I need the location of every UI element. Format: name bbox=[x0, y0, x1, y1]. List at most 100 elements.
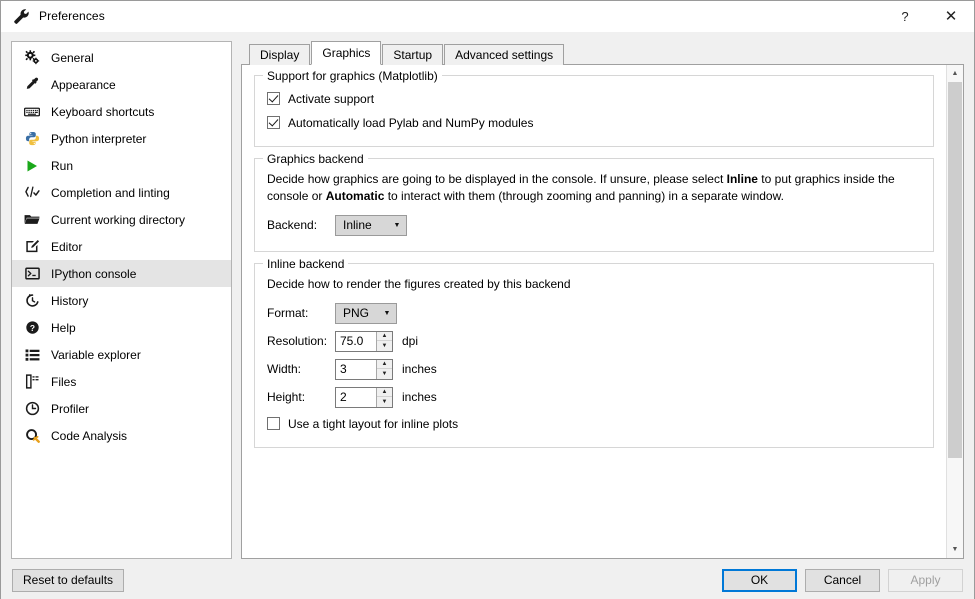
sidebar-item-current-working-directory[interactable]: Current working directory bbox=[12, 206, 231, 233]
scroll-up-icon[interactable]: ▲ bbox=[947, 65, 963, 82]
console-icon bbox=[22, 265, 42, 283]
clock-icon bbox=[22, 400, 42, 418]
code-analysis-icon bbox=[22, 427, 42, 445]
activate-support-checkbox-row[interactable]: Activate support bbox=[267, 88, 921, 109]
tight-layout-checkbox-row[interactable]: Use a tight layout for inline plots bbox=[267, 413, 921, 434]
resolution-unit: dpi bbox=[402, 334, 419, 348]
sidebar-item-files[interactable]: Files bbox=[12, 368, 231, 395]
backend-select[interactable]: Inline ▼ bbox=[335, 214, 407, 236]
width-stepper-buttons: ▲ ▼ bbox=[376, 359, 392, 379]
format-row: Format: PNG ▼ bbox=[267, 301, 921, 325]
inline-backend-group: Inline backend Decide how to render the … bbox=[254, 257, 934, 448]
scroll-down-icon[interactable]: ▼ bbox=[947, 541, 963, 558]
apply-button[interactable]: Apply bbox=[888, 568, 963, 592]
sidebar-item-label: Completion and linting bbox=[51, 185, 170, 200]
close-button[interactable]: ✕ bbox=[928, 1, 974, 32]
sidebar-item-appearance[interactable]: Appearance bbox=[12, 71, 231, 98]
sidebar-item-editor[interactable]: Editor bbox=[12, 233, 231, 260]
sidebar-item-history[interactable]: History bbox=[12, 287, 231, 314]
autoload-pylab-checkbox[interactable] bbox=[267, 116, 280, 129]
width-label: Width: bbox=[267, 362, 302, 376]
chevron-down-icon: ▼ bbox=[383, 309, 391, 317]
height-value[interactable]: 2 bbox=[336, 388, 376, 407]
height-stepper[interactable]: 2 ▲ ▼ bbox=[335, 386, 393, 408]
resolution-label: Resolution: bbox=[267, 334, 328, 348]
format-select[interactable]: PNG ▼ bbox=[335, 302, 397, 324]
width-stepper[interactable]: 3 ▲ ▼ bbox=[335, 358, 393, 380]
graphics-settings-form: Support for graphics (Matplotlib) Activa… bbox=[242, 65, 946, 558]
close-icon: ✕ bbox=[944, 7, 958, 25]
stepper-down-icon[interactable]: ▼ bbox=[377, 397, 392, 407]
cancel-button[interactable]: Cancel bbox=[805, 568, 880, 592]
sidebar-item-help[interactable]: ? Help bbox=[12, 314, 231, 341]
tab-advanced-settings[interactable]: Advanced settings bbox=[444, 44, 565, 65]
sidebar-item-profiler[interactable]: Profiler bbox=[12, 395, 231, 422]
stepper-down-icon[interactable]: ▼ bbox=[377, 369, 392, 379]
scrollbar-thumb[interactable] bbox=[948, 82, 962, 459]
history-clock-icon bbox=[22, 292, 42, 310]
sidebar-item-label: Files bbox=[51, 374, 77, 389]
tab-label: Display bbox=[260, 48, 300, 62]
reset-to-defaults-button[interactable]: Reset to defaults bbox=[12, 568, 125, 592]
height-row: Height: 2 ▲ ▼ inches bbox=[267, 385, 921, 409]
sidebar-item-label: IPython console bbox=[51, 266, 137, 281]
stepper-up-icon[interactable]: ▲ bbox=[377, 388, 392, 397]
content-scrollbar[interactable]: ▲ ▼ bbox=[946, 65, 963, 558]
sidebar-item-run[interactable]: Run bbox=[12, 152, 231, 179]
sidebar-item-ipython-console[interactable]: IPython console bbox=[12, 260, 231, 287]
sidebar-item-label: Run bbox=[51, 158, 74, 173]
sidebar-item-label: Code Analysis bbox=[51, 428, 128, 443]
keyboard-icon bbox=[22, 103, 42, 121]
group-title: Graphics backend bbox=[263, 152, 368, 166]
autoload-pylab-checkbox-row[interactable]: Automatically load Pylab and NumPy modul… bbox=[267, 112, 921, 133]
resolution-value[interactable]: 75.0 bbox=[336, 332, 376, 351]
pencil-square-icon bbox=[22, 238, 42, 256]
ok-button[interactable]: OK bbox=[722, 568, 797, 592]
activate-support-label: Activate support bbox=[288, 91, 375, 106]
eyedropper-icon bbox=[22, 76, 42, 94]
resolution-stepper[interactable]: 75.0 ▲ ▼ bbox=[335, 330, 393, 352]
completion-icon bbox=[22, 184, 42, 202]
graphics-tab-panel: Support for graphics (Matplotlib) Activa… bbox=[241, 65, 964, 559]
sidebar-item-general[interactable]: General bbox=[12, 44, 231, 71]
tab-label: Graphics bbox=[322, 46, 371, 60]
sidebar-item-completion-and-linting[interactable]: Completion and linting bbox=[12, 179, 231, 206]
sidebar-item-python-interpreter[interactable]: Python interpreter bbox=[12, 125, 231, 152]
height-label: Height: bbox=[267, 390, 306, 404]
resolution-row: Resolution: 75.0 ▲ ▼ dpi bbox=[267, 329, 921, 353]
play-icon bbox=[22, 157, 42, 175]
scrollbar-track[interactable] bbox=[947, 82, 963, 541]
chevron-down-icon: ▼ bbox=[393, 221, 401, 229]
desc-part1: Decide how graphics are going to be disp… bbox=[267, 172, 727, 186]
settings-category-list[interactable]: General Appearance Keyboard shortcuts Py… bbox=[11, 41, 232, 559]
width-row: Width: 3 ▲ ▼ inches bbox=[267, 357, 921, 381]
tight-layout-checkbox[interactable] bbox=[267, 417, 280, 430]
ok-label: OK bbox=[750, 573, 769, 587]
activate-support-checkbox[interactable] bbox=[267, 92, 280, 105]
preferences-window: Preferences ? ✕ General Appearance Keybo… bbox=[0, 0, 975, 599]
sidebar-item-variable-explorer[interactable]: Variable explorer bbox=[12, 341, 231, 368]
question-circle-icon: ? bbox=[22, 319, 42, 337]
stepper-down-icon[interactable]: ▼ bbox=[377, 341, 392, 351]
tab-display[interactable]: Display bbox=[249, 44, 311, 65]
sidebar-item-label: Python interpreter bbox=[51, 131, 147, 146]
sidebar-item-keyboard-shortcuts[interactable]: Keyboard shortcuts bbox=[12, 98, 231, 125]
tab-graphics[interactable]: Graphics bbox=[311, 41, 382, 65]
desc-part3: to interact with them (through zooming a… bbox=[384, 189, 784, 203]
stepper-up-icon[interactable]: ▲ bbox=[377, 332, 392, 341]
window-title: Preferences bbox=[39, 9, 105, 23]
group-title: Inline backend bbox=[263, 257, 349, 271]
sidebar-item-label: Current working directory bbox=[51, 212, 186, 227]
dialog-body: General Appearance Keyboard shortcuts Py… bbox=[1, 32, 974, 559]
cancel-label: Cancel bbox=[823, 573, 862, 587]
width-value[interactable]: 3 bbox=[336, 360, 376, 379]
tab-startup[interactable]: Startup bbox=[382, 44, 444, 65]
sidebar-item-label: Keyboard shortcuts bbox=[51, 104, 155, 119]
dialog-footer: Reset to defaults OK Cancel Apply bbox=[1, 559, 974, 599]
reset-label: Reset to defaults bbox=[23, 573, 114, 587]
help-button[interactable]: ? bbox=[882, 1, 928, 32]
group-title: Support for graphics (Matplotlib) bbox=[263, 69, 442, 83]
sidebar-item-code-analysis[interactable]: Code Analysis bbox=[12, 422, 231, 449]
backend-label: Backend: bbox=[267, 218, 318, 232]
stepper-up-icon[interactable]: ▲ bbox=[377, 360, 392, 369]
